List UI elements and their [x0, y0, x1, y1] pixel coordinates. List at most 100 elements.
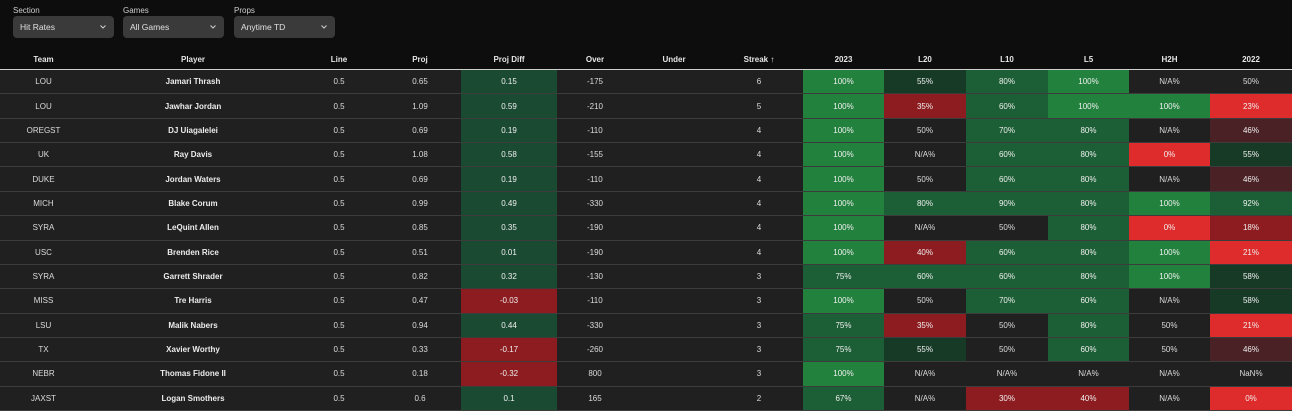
- cell-2023: 67%: [803, 386, 884, 411]
- cell-over: -260: [586, 345, 603, 355]
- table-header: Team Player Line Proj Proj Diff Over Under Stre…: [0, 50, 1292, 70]
- cell-streak: 4: [756, 247, 762, 257]
- cell-streak: 6: [756, 77, 762, 87]
- cell-streak: 5: [756, 101, 762, 111]
- cell-l20: N/A%: [914, 369, 936, 379]
- cell-2023: 100%: [803, 191, 884, 216]
- table-row[interactable]: LOU Jawhar Jordan 0.5 1.09 0.59 -210 5 100% 35% 6…: [0, 94, 1292, 119]
- column-header-team[interactable]: Team: [0, 50, 87, 69]
- cell-proj: 0.94: [412, 320, 428, 330]
- cell-l20: 50%: [916, 296, 933, 306]
- table-row[interactable]: UK Ray Davis 0.5 1.08 0.58 -155 4 100% N/A% 60% 80…: [0, 143, 1292, 168]
- cell-streak: 3: [756, 272, 762, 282]
- column-header-player[interactable]: Player: [87, 50, 299, 69]
- table-row[interactable]: DUKE Jordan Waters 0.5 0.69 0.19 -110 4 100% 50%…: [0, 167, 1292, 192]
- column-header-l5[interactable]: L5: [1048, 50, 1129, 69]
- cell-l10: 50%: [998, 320, 1015, 330]
- cell-player[interactable]: Jawhar Jordan: [87, 94, 299, 117]
- cell-2022: 18%: [1210, 216, 1292, 240]
- cell-over: -130: [586, 272, 603, 282]
- cell-player[interactable]: Jordan Waters: [87, 167, 299, 190]
- cell-l10: 80%: [966, 70, 1048, 94]
- table-row[interactable]: LOU Jamari Thrash 0.5 0.65 0.15 -175 6 100% 55% 8…: [0, 70, 1292, 95]
- cell-proj: 0.82: [412, 272, 428, 282]
- cell-over: -190: [586, 223, 603, 233]
- section-select[interactable]: Hit Rates: [13, 16, 114, 38]
- cell-proj: 1.08: [412, 150, 428, 160]
- column-header-2023[interactable]: 2023: [803, 50, 884, 69]
- table-row[interactable]: SYRA Garrett Shrader 0.5 0.82 0.32 -130 3 75% 60…: [0, 264, 1292, 290]
- table-row[interactable]: MISS Tre Harris 0.5 0.47 -0.03 -110 3 100% 50% 70…: [0, 289, 1292, 314]
- table-row[interactable]: USC Brenden Rice 0.5 0.51 0.01 -190 4 100% 40% 60…: [0, 240, 1292, 265]
- cell-team: SYRA: [32, 223, 55, 233]
- cell-h2h: 0%: [1129, 143, 1210, 167]
- cell-over: 165: [588, 393, 602, 403]
- cell-team: NEBR: [32, 369, 55, 379]
- props-select[interactable]: Anytime TD: [234, 16, 335, 38]
- cell-2023: 100%: [803, 143, 884, 167]
- cell-under: [633, 241, 715, 264]
- cell-player[interactable]: Thomas Fidone II: [87, 362, 299, 385]
- table-row[interactable]: SYRA LeQuint Allen 0.5 0.85 0.35 -190 4 100% N/A…: [0, 216, 1292, 241]
- cell-over: -330: [586, 320, 603, 330]
- cell-under: [633, 192, 715, 215]
- cell-player[interactable]: Tre Harris: [87, 289, 299, 312]
- table-row[interactable]: TX Xavier Worthy 0.5 0.33 -0.17 -260 3 75% 55% 50…: [0, 337, 1292, 363]
- cell-player[interactable]: Logan Smothers: [87, 387, 299, 410]
- cell-l20: N/A%: [914, 150, 936, 160]
- cell-under: [633, 70, 715, 93]
- games-select[interactable]: All Games: [123, 16, 224, 38]
- cell-over: -155: [586, 150, 603, 160]
- cell-l10: 50%: [998, 345, 1015, 355]
- column-header-line[interactable]: Line: [299, 50, 379, 69]
- chevron-down-icon: [321, 25, 327, 29]
- games-filter: Games All Games: [123, 6, 224, 38]
- cell-player[interactable]: DJ Uiagalelei: [87, 119, 299, 142]
- column-header-2022[interactable]: 2022: [1210, 50, 1292, 69]
- cell-h2h: N/A%: [1159, 369, 1180, 379]
- cell-2022: 55%: [1210, 143, 1292, 167]
- table-row[interactable]: JAXST Logan Smothers 0.5 0.6 0.1 165 2 67% N/A% 3…: [0, 386, 1292, 411]
- cell-streak: 4: [756, 174, 762, 184]
- cell-player[interactable]: Malik Nabers: [87, 314, 299, 337]
- column-header-h2h[interactable]: H2H: [1129, 50, 1210, 69]
- cell-player[interactable]: Jamari Thrash: [87, 70, 299, 93]
- cell-player[interactable]: Xavier Worthy: [87, 338, 299, 361]
- cell-l5: 60%: [1048, 337, 1129, 362]
- column-header-l10[interactable]: L10: [966, 50, 1048, 69]
- cell-l20: 35%: [884, 94, 966, 118]
- cell-team: UK: [37, 150, 50, 160]
- table-row[interactable]: MICH Blake Corum 0.5 0.99 0.49 -330 4 100% 80% 90…: [0, 191, 1292, 217]
- cell-l10: 70%: [966, 118, 1048, 143]
- cell-l10: 50%: [998, 223, 1015, 233]
- column-header-l20[interactable]: L20: [884, 50, 966, 69]
- cell-under: [633, 143, 715, 166]
- cell-h2h: 50%: [1161, 320, 1178, 330]
- table-row[interactable]: LSU Malik Nabers 0.5 0.94 0.44 -330 3 75% 35% 50%…: [0, 313, 1292, 338]
- props-filter: Props Anytime TD: [234, 6, 335, 38]
- column-header-over[interactable]: Over: [557, 50, 633, 69]
- cell-player[interactable]: Ray Davis: [87, 143, 299, 166]
- cell-2022: 21%: [1210, 240, 1292, 264]
- cell-player[interactable]: LeQuint Allen: [87, 216, 299, 239]
- cell-l10: 30%: [966, 386, 1048, 411]
- column-header-streak[interactable]: Streak ↑: [715, 50, 803, 69]
- table-row[interactable]: OREGST DJ Uiagalelei 0.5 0.69 0.19 -110 4 100% 5…: [0, 118, 1292, 144]
- cell-l5: 60%: [1048, 289, 1129, 313]
- cell-l5: 80%: [1048, 118, 1129, 143]
- column-header-under[interactable]: Under: [633, 50, 715, 69]
- cell-proj: 0.47: [412, 296, 428, 306]
- cell-player[interactable]: Brenden Rice: [87, 241, 299, 264]
- cell-over: -110: [587, 174, 603, 184]
- cell-player[interactable]: Garrett Shrader: [87, 265, 299, 288]
- cell-team: JAXST: [31, 393, 56, 403]
- cell-player[interactable]: Blake Corum: [87, 192, 299, 215]
- table-row[interactable]: NEBR Thomas Fidone II 0.5 0.18 -0.32 800 3 100%…: [0, 362, 1292, 387]
- column-header-proj[interactable]: Proj: [379, 50, 461, 69]
- column-header-proj-diff[interactable]: Proj Diff: [461, 50, 557, 69]
- cell-l20: 55%: [884, 337, 966, 362]
- cell-under: [633, 265, 715, 288]
- cell-2022: 58%: [1210, 289, 1292, 313]
- cell-proj-diff: 0.19: [461, 167, 557, 191]
- cell-l20: 55%: [884, 70, 966, 94]
